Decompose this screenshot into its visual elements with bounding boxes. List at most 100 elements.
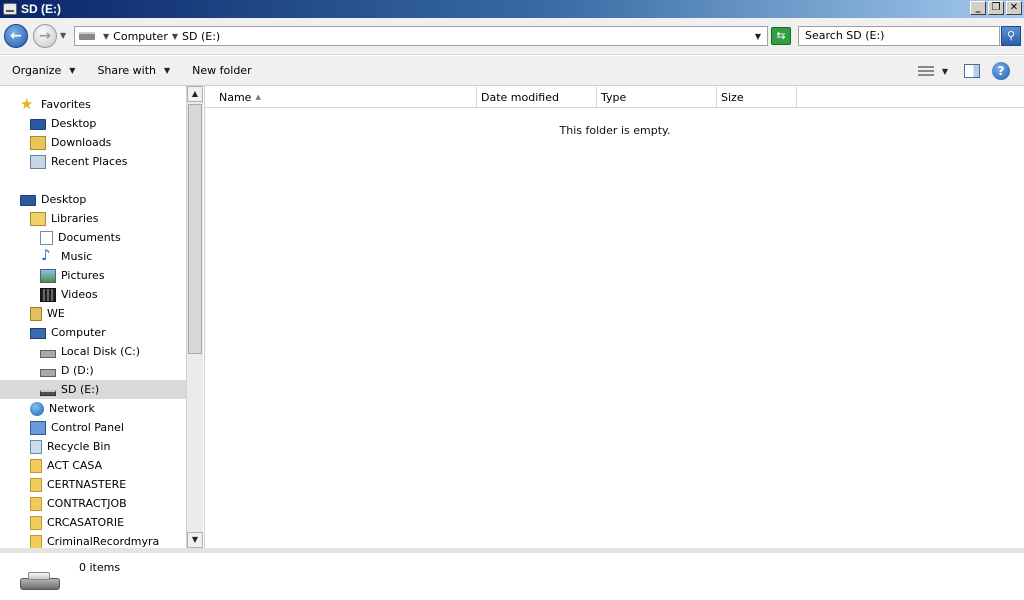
nav-item-act-casa[interactable]: ACT CASA	[30, 456, 102, 475]
scroll-up-icon[interactable]: ▲	[187, 86, 203, 102]
refresh-button[interactable]: ⇆	[771, 27, 791, 45]
nav-item-network[interactable]: Network	[30, 399, 95, 418]
nav-item-we[interactable]: WE	[30, 304, 65, 323]
folder-icon	[30, 515, 42, 530]
nav-item-sd-drive[interactable]: SD (E:)	[0, 380, 186, 399]
chevron-down-icon: ▼	[69, 66, 76, 75]
drive-app-icon	[3, 3, 17, 15]
organize-button[interactable]: Organize ▼	[12, 64, 75, 77]
nav-item-music[interactable]: Music	[40, 246, 92, 266]
scroll-down-icon[interactable]: ▼	[187, 532, 203, 548]
back-arrow-icon: ←	[10, 28, 22, 44]
nav-item-favorites[interactable]: Favorites	[20, 95, 91, 114]
sort-ascending-icon: ▲	[255, 93, 261, 101]
nav-item-local-disk-c[interactable]: Local Disk (C:)	[40, 342, 140, 361]
close-button[interactable]: ✕	[1006, 1, 1022, 15]
share-with-button[interactable]: Share with ▼	[97, 64, 170, 77]
view-controls: ▼ ?	[917, 56, 1024, 86]
breadcrumb-computer[interactable]: Computer	[113, 30, 168, 43]
share-with-label: Share with	[97, 64, 157, 77]
nav-item-label: Libraries	[51, 212, 99, 225]
nav-item-videos[interactable]: Videos	[40, 285, 98, 304]
address-field[interactable]: ▼ Computer ▼ SD (E:) ▼	[74, 26, 768, 46]
search-button[interactable]: ⚲	[1001, 26, 1021, 46]
nav-item-recent-places[interactable]: Recent Places	[30, 152, 128, 171]
nav-item-criminalrecordmyra[interactable]: CriminalRecordmyra	[30, 532, 159, 548]
column-header-date-modified[interactable]: Date modified	[477, 87, 597, 108]
column-header-size[interactable]: Size	[717, 87, 797, 108]
nav-item-pictures[interactable]: Pictures	[40, 266, 105, 285]
breadcrumb-sd-drive[interactable]: SD (E:)	[182, 30, 220, 43]
search-input[interactable]: Search SD (E:)	[798, 26, 1000, 46]
empty-folder-message: This folder is empty.	[559, 124, 671, 137]
details-pane: 0 items	[0, 548, 1024, 600]
nav-item-downloads[interactable]: Downloads	[30, 133, 111, 152]
user-folder-icon	[30, 306, 42, 321]
minimize-button[interactable]: _	[970, 1, 986, 15]
window-title: SD (E:)	[21, 2, 61, 16]
nav-item-label: Desktop	[41, 193, 87, 206]
recent-pages-dropdown[interactable]: ▼	[60, 32, 68, 40]
address-bar: ← → ▼ ▼ Computer ▼ SD (E:) ▼ ⇆ Search SD…	[0, 18, 1024, 55]
nav-item-recycle-bin[interactable]: Recycle Bin	[30, 437, 110, 456]
music-icon	[40, 246, 56, 264]
nav-item-label: Pictures	[61, 269, 105, 282]
nav-item-label: Downloads	[51, 136, 112, 149]
nav-item-crcasatorie[interactable]: CRCASATORIE	[30, 513, 124, 532]
nav-item-documents[interactable]: Documents	[40, 228, 121, 247]
control-panel-icon	[30, 420, 46, 435]
forward-button[interactable]: →	[33, 24, 57, 48]
folder-icon	[30, 534, 42, 548]
nav-item-label: ACT CASA	[47, 459, 103, 472]
libraries-icon	[30, 211, 46, 226]
column-header-name[interactable]: Name ▲	[205, 87, 477, 108]
nav-item-label: Videos	[61, 288, 98, 301]
file-list[interactable]: Name ▲ Date modified Type Size This folde…	[204, 86, 1024, 548]
help-icon[interactable]: ?	[992, 62, 1010, 80]
preview-pane-icon[interactable]	[964, 64, 980, 78]
sd-drive-large-icon	[18, 569, 62, 593]
scrollbar-thumb[interactable]	[188, 104, 202, 354]
nav-item-control-panel[interactable]: Control Panel	[30, 418, 124, 437]
nav-item-libraries[interactable]: Libraries	[30, 209, 99, 228]
nav-item-label: Desktop	[51, 117, 97, 130]
window-controls: _ ❐ ✕	[970, 1, 1022, 15]
column-header-type[interactable]: Type	[597, 87, 717, 108]
nav-item-label: CERTNASTERE	[47, 478, 127, 491]
nav-item-contractjob[interactable]: CONTRACTJOB	[30, 494, 127, 513]
desktop-icon	[20, 194, 36, 206]
view-options-chevron-icon[interactable]: ▼	[942, 67, 948, 76]
new-folder-label: New folder	[192, 64, 252, 77]
chevron-down-icon[interactable]: ▼	[172, 32, 178, 41]
folder-icon	[30, 458, 42, 473]
nav-item-label: SD (E:)	[61, 383, 100, 396]
nav-item-computer[interactable]: Computer	[30, 323, 106, 342]
documents-icon	[40, 230, 53, 245]
back-button[interactable]: ←	[4, 24, 28, 48]
videos-icon	[40, 287, 56, 302]
downloads-icon	[30, 135, 46, 150]
nav-item-certnastere[interactable]: CERTNASTERE	[30, 475, 126, 494]
chevron-down-icon: ▼	[164, 66, 171, 75]
network-icon	[30, 401, 44, 416]
nav-item-label: Recycle Bin	[47, 440, 111, 453]
local-disk-icon	[40, 350, 56, 358]
address-dropdown-icon[interactable]: ▼	[755, 32, 761, 41]
new-folder-button[interactable]: New folder	[192, 64, 251, 77]
nav-item-desktop-root[interactable]: Desktop	[20, 190, 86, 209]
title-bar: SD (E:) _ ❐ ✕	[0, 0, 1024, 18]
nav-item-label: CRCASATORIE	[47, 516, 125, 529]
restore-button[interactable]: ❐	[988, 1, 1004, 15]
nav-item-d-drive[interactable]: D (D:)	[40, 361, 94, 380]
refresh-icon: ⇆	[776, 29, 786, 42]
organize-label: Organize	[12, 64, 62, 77]
navigation-scrollbar[interactable]: ▲ ▼	[186, 86, 203, 548]
chevron-down-icon[interactable]: ▼	[103, 32, 109, 41]
details-view-icon[interactable]	[917, 65, 934, 77]
nav-item-desktop[interactable]: Desktop	[30, 114, 96, 133]
column-label: Name	[219, 91, 252, 104]
nav-item-label: Network	[49, 402, 95, 415]
star-icon	[20, 95, 36, 113]
item-count: 0 items	[79, 561, 121, 574]
nav-item-label: Recent Places	[51, 155, 128, 168]
